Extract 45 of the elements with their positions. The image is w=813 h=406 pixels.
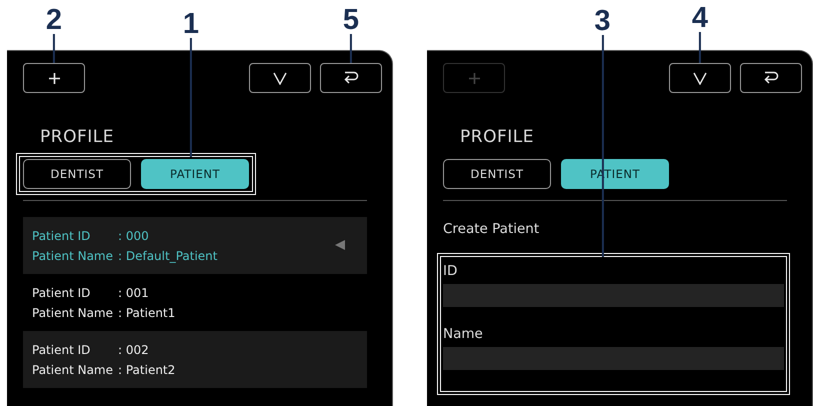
back-button[interactable] [320, 63, 382, 93]
patient-name: : Patient2 [118, 362, 176, 378]
field-label: Name [443, 325, 484, 343]
patient-id: : 001 [118, 284, 149, 302]
field-label: Patient ID [32, 284, 90, 302]
patient-row[interactable]: Patient ID : 001 Patient Name : Patient1 [23, 274, 367, 331]
leader-line [350, 34, 352, 63]
patient-id: : 000 [118, 228, 149, 244]
return-arrow-icon [763, 71, 779, 85]
field-label: Patient ID [32, 342, 90, 358]
check-icon [273, 72, 287, 84]
input-field[interactable] [443, 347, 784, 370]
field-label: Patient Name [32, 248, 113, 264]
patient-name: : Default_Patient [118, 248, 218, 265]
form-heading: Create Patient [443, 220, 540, 238]
plus-icon [48, 72, 60, 84]
return-arrow-icon [343, 71, 359, 85]
patient-row[interactable]: Patient ID : 002 Patient Name : Patient2 [23, 331, 367, 388]
left-triangle-icon [335, 240, 345, 250]
callout-number: 1 [182, 10, 200, 38]
field-label: Patient ID [32, 228, 90, 244]
profile-title: PROFILE [40, 127, 115, 147]
profile-tab[interactable]: DENTIST [23, 159, 131, 189]
check-icon [693, 72, 707, 84]
callout-number: 3 [594, 7, 611, 35]
confirm-button[interactable] [249, 63, 311, 93]
input-field[interactable] [443, 284, 784, 307]
callout-number: 5 [342, 6, 360, 34]
profile-title: PROFILE [460, 127, 535, 147]
patient-id: : 002 [118, 342, 149, 358]
plus-icon [468, 72, 480, 84]
field-label: Patient Name [32, 362, 113, 378]
confirm-button[interactable] [669, 63, 731, 93]
back-button[interactable] [740, 63, 802, 93]
patient-row[interactable]: Patient ID : 000 Patient Name : Default_Patient [23, 217, 367, 274]
field-label: ID [443, 262, 458, 280]
callout-number: 2 [46, 6, 62, 34]
profile-tab[interactable]: PATIENT [141, 159, 249, 189]
callout-number: 4 [692, 4, 708, 32]
leader-line [53, 34, 55, 63]
profile-tab[interactable]: DENTIST [443, 159, 551, 189]
leader-line [699, 32, 701, 63]
field-label: Patient Name [32, 304, 113, 322]
patient-name: : Patient1 [118, 304, 176, 322]
add-button[interactable] [23, 63, 85, 93]
